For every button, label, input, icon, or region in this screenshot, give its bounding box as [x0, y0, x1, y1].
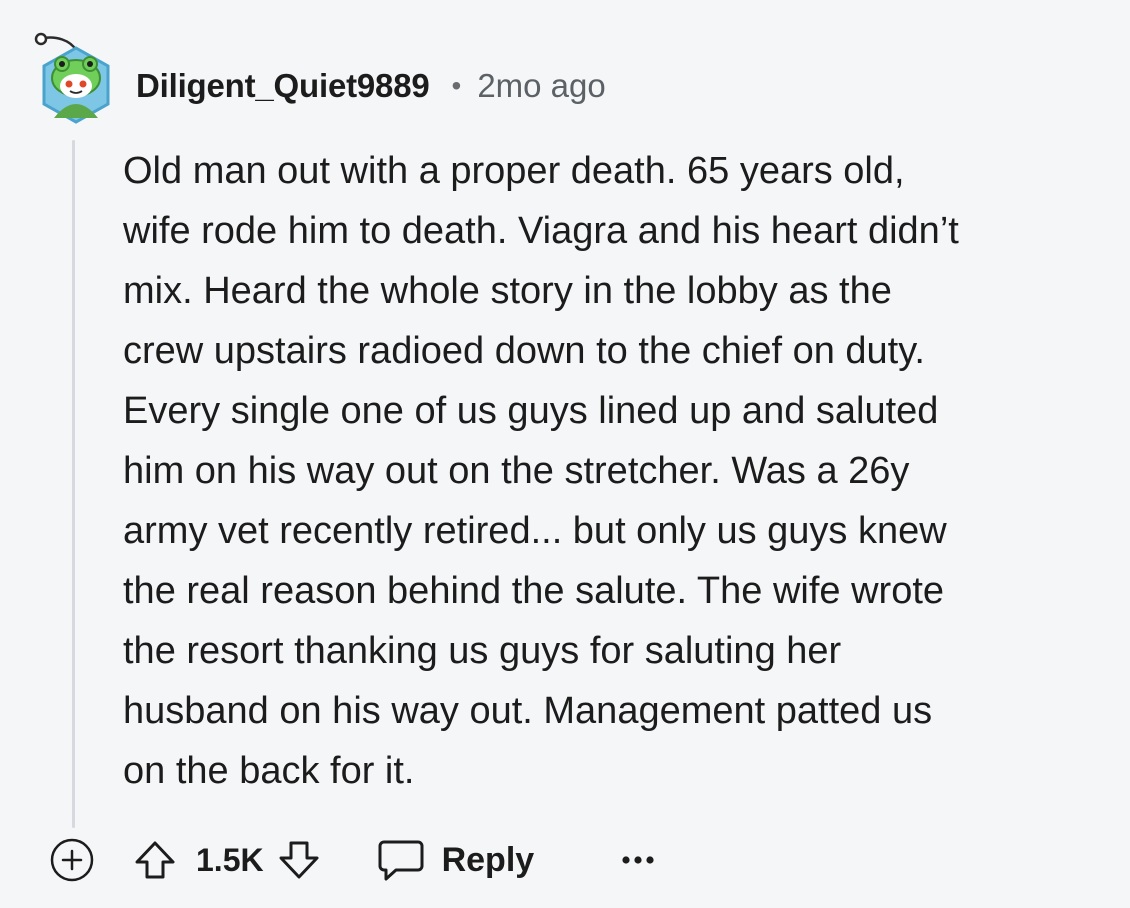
comment-line: him on his way out on the stretcher. Was… — [123, 450, 910, 492]
more-options-button[interactable] — [616, 838, 660, 882]
arrow-down-icon — [279, 841, 319, 879]
comment-line: army vet recently retired... but only us… — [123, 510, 947, 552]
username[interactable]: Diligent_Quiet9889 — [136, 67, 430, 105]
comment-line: Old man out with a proper death. 65 year… — [123, 150, 905, 192]
ellipsis-icon — [622, 856, 654, 864]
expand-button[interactable] — [50, 838, 94, 882]
thread-line[interactable] — [72, 140, 75, 828]
arrow-up-icon — [135, 841, 175, 879]
comment-line: husband on his way out. Management patte… — [123, 690, 933, 732]
downvote-button[interactable] — [274, 835, 324, 885]
comment-line: Every single one of us guys lined up and… — [123, 390, 939, 432]
reply-button[interactable]: Reply — [378, 838, 535, 882]
comment-line: crew upstairs radioed down to the chief … — [123, 330, 925, 372]
speech-bubble-icon — [378, 840, 424, 881]
meta-separator: • — [451, 70, 462, 101]
comment-line: the real reason behind the salute. The w… — [123, 570, 945, 612]
reply-label: Reply — [441, 840, 535, 879]
comment-actions: 1.5K Reply — [50, 832, 660, 888]
upvote-button[interactable] — [130, 835, 180, 885]
comment-body: Old man out with a proper death. 65 year… — [123, 141, 1113, 801]
comment-line: wife rode him to death. Viagra and his h… — [123, 210, 959, 252]
comment-header: Diligent_Quiet9889 • 2mo ago — [136, 62, 606, 110]
vote-score: 1.5K — [196, 841, 264, 878]
plus-circle-icon — [50, 838, 94, 882]
timestamp[interactable]: 2mo ago — [477, 67, 605, 105]
comment-line: the resort thanking us guys for saluting… — [123, 630, 842, 672]
comment-line: mix. Heard the whole story in the lobby … — [123, 270, 892, 312]
comment: Diligent_Quiet9889 • 2mo ago Old man out… — [0, 0, 1130, 908]
comment-line: on the back for it. — [123, 750, 415, 792]
user-avatar[interactable] — [24, 28, 128, 132]
